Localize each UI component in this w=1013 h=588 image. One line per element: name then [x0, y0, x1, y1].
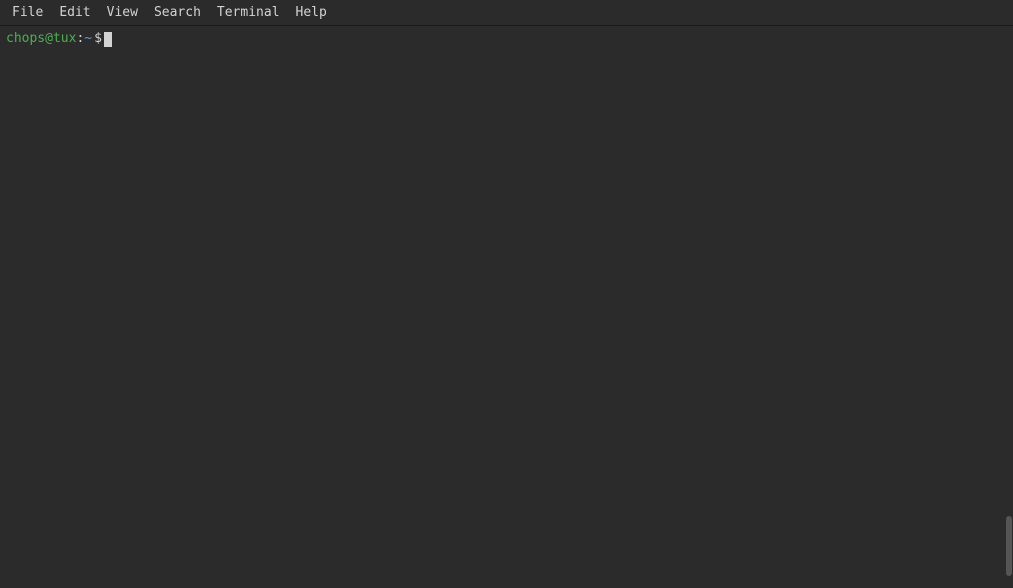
menubar: File Edit View Search Terminal Help [0, 0, 1013, 26]
menu-view[interactable]: View [99, 0, 146, 25]
menu-search[interactable]: Search [146, 0, 209, 25]
prompt-dollar: $ [94, 30, 102, 48]
terminal-body[interactable]: chops@tux : ~ $ [0, 26, 1013, 588]
menu-file[interactable]: File [4, 0, 51, 25]
prompt-path: ~ [84, 30, 92, 48]
menu-edit[interactable]: Edit [51, 0, 98, 25]
prompt-separator: : [76, 30, 84, 48]
scrollbar-thumb[interactable] [1006, 516, 1012, 576]
menu-help[interactable]: Help [288, 0, 335, 25]
menu-terminal[interactable]: Terminal [209, 0, 288, 25]
terminal-cursor [104, 32, 112, 47]
prompt-line: chops@tux : ~ $ [6, 30, 1007, 48]
scrollbar[interactable] [1005, 26, 1013, 588]
prompt-user-host: chops@tux [6, 30, 76, 48]
